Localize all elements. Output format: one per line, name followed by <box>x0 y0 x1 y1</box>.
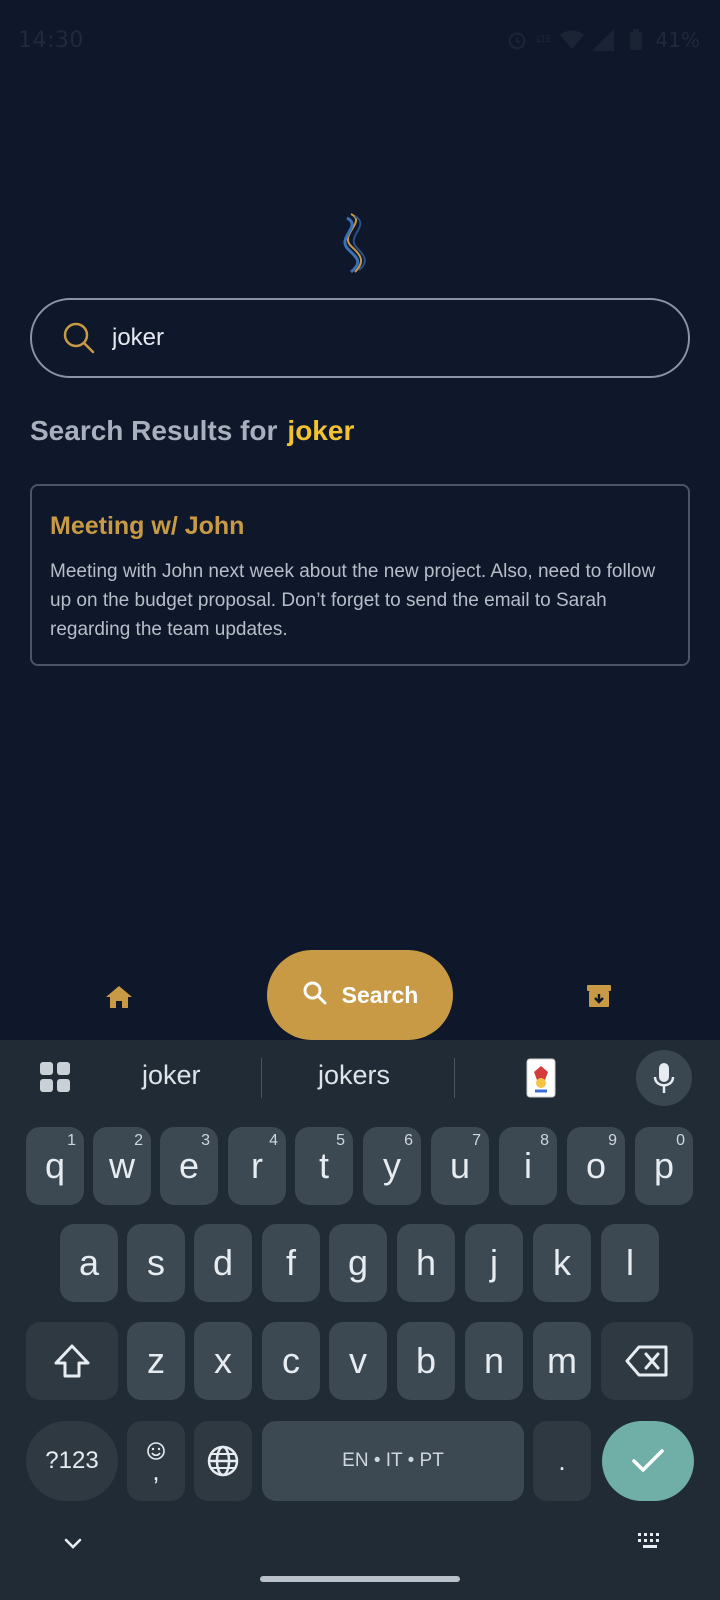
app-logo <box>337 212 377 274</box>
key-g[interactable]: g <box>329 1224 387 1302</box>
status-time: 14:30 <box>18 28 84 53</box>
home-indicator[interactable] <box>260 1576 460 1582</box>
key-y[interactable]: y6 <box>363 1127 421 1205</box>
apps-grid-icon[interactable] <box>38 1060 72 1094</box>
battery-percent: 41% <box>655 28 700 52</box>
key-h[interactable]: h <box>397 1224 455 1302</box>
key-p[interactable]: p0 <box>635 1127 693 1205</box>
wifi-icon <box>559 28 584 52</box>
result-card-title: Meeting w/ John <box>50 512 245 540</box>
key-k[interactable]: k <box>533 1224 591 1302</box>
key-w[interactable]: w2 <box>93 1127 151 1205</box>
microphone-icon <box>653 1063 675 1093</box>
key-b[interactable]: b <box>397 1322 455 1400</box>
battery-icon <box>624 28 648 52</box>
keyboard-bottom-bar <box>0 1500 720 1600</box>
bottom-nav: Search <box>0 950 720 1040</box>
keyboard-switch-icon[interactable] <box>636 1530 664 1552</box>
globe-icon <box>207 1445 239 1477</box>
results-heading: Search Results for joker <box>30 415 354 447</box>
shift-key[interactable] <box>26 1322 118 1400</box>
space-key[interactable]: EN • IT • PT <box>262 1421 524 1501</box>
suggestion-divider <box>454 1058 455 1098</box>
chevron-down-icon[interactable] <box>62 1532 84 1554</box>
nav-search-label: Search <box>341 981 419 1008</box>
language-key[interactable] <box>194 1421 252 1501</box>
key-x[interactable]: x <box>194 1322 252 1400</box>
key-c[interactable]: c <box>262 1322 320 1400</box>
backspace-key[interactable] <box>601 1322 693 1400</box>
key-i[interactable]: i8 <box>499 1127 557 1205</box>
results-heading-label: Search Results for <box>30 415 278 446</box>
home-icon[interactable] <box>104 982 134 1012</box>
search-icon <box>62 321 96 355</box>
search-icon <box>302 980 328 1010</box>
results-search-term: joker <box>287 415 355 446</box>
joker-card-emoji-icon[interactable] <box>526 1058 556 1098</box>
suggestion-1[interactable]: joker <box>142 1060 201 1091</box>
signal-icon <box>591 28 616 52</box>
nav-search-button[interactable]: Search <box>267 950 453 1040</box>
key-m[interactable]: m <box>533 1322 591 1400</box>
key-s[interactable]: s <box>127 1224 185 1302</box>
check-icon <box>632 1449 664 1472</box>
enter-key[interactable] <box>602 1421 694 1501</box>
search-bar[interactable] <box>30 298 690 378</box>
search-input[interactable] <box>112 324 632 352</box>
result-card[interactable]: Meeting w/ John Meeting with John next w… <box>30 484 690 666</box>
suggestion-divider <box>261 1058 262 1098</box>
suggestion-row: joker jokers <box>0 1040 720 1116</box>
key-a[interactable]: a <box>60 1224 118 1302</box>
key-v[interactable]: v <box>329 1322 387 1400</box>
mic-button[interactable] <box>636 1050 692 1106</box>
alarm-icon <box>505 28 529 52</box>
key-n[interactable]: n <box>465 1322 523 1400</box>
key-l[interactable]: l <box>601 1224 659 1302</box>
result-card-body: Meeting with John next week about the ne… <box>50 561 656 640</box>
key-t[interactable]: t5 <box>295 1127 353 1205</box>
lte-label: LTE <box>536 34 552 45</box>
key-f[interactable]: f <box>262 1224 320 1302</box>
emoji-comma-key[interactable]: , <box>127 1421 185 1501</box>
key-q[interactable]: q1 <box>26 1127 84 1205</box>
key-r[interactable]: r4 <box>228 1127 286 1205</box>
archive-icon[interactable] <box>585 982 613 1010</box>
key-o[interactable]: o9 <box>567 1127 625 1205</box>
key-e[interactable]: e3 <box>160 1127 218 1205</box>
suggestion-2[interactable]: jokers <box>318 1060 390 1091</box>
status-icons: LTE 41% <box>505 28 700 52</box>
shift-icon <box>54 1344 90 1378</box>
period-key[interactable]: . <box>533 1421 591 1501</box>
symbols-key[interactable]: ?123 <box>26 1421 118 1501</box>
key-j[interactable]: j <box>465 1224 523 1302</box>
status-bar: 14:30 LTE 41% <box>0 0 720 84</box>
backspace-icon <box>625 1345 668 1377</box>
key-d[interactable]: d <box>194 1224 252 1302</box>
key-z[interactable]: z <box>127 1322 185 1400</box>
key-u[interactable]: u7 <box>431 1127 489 1205</box>
